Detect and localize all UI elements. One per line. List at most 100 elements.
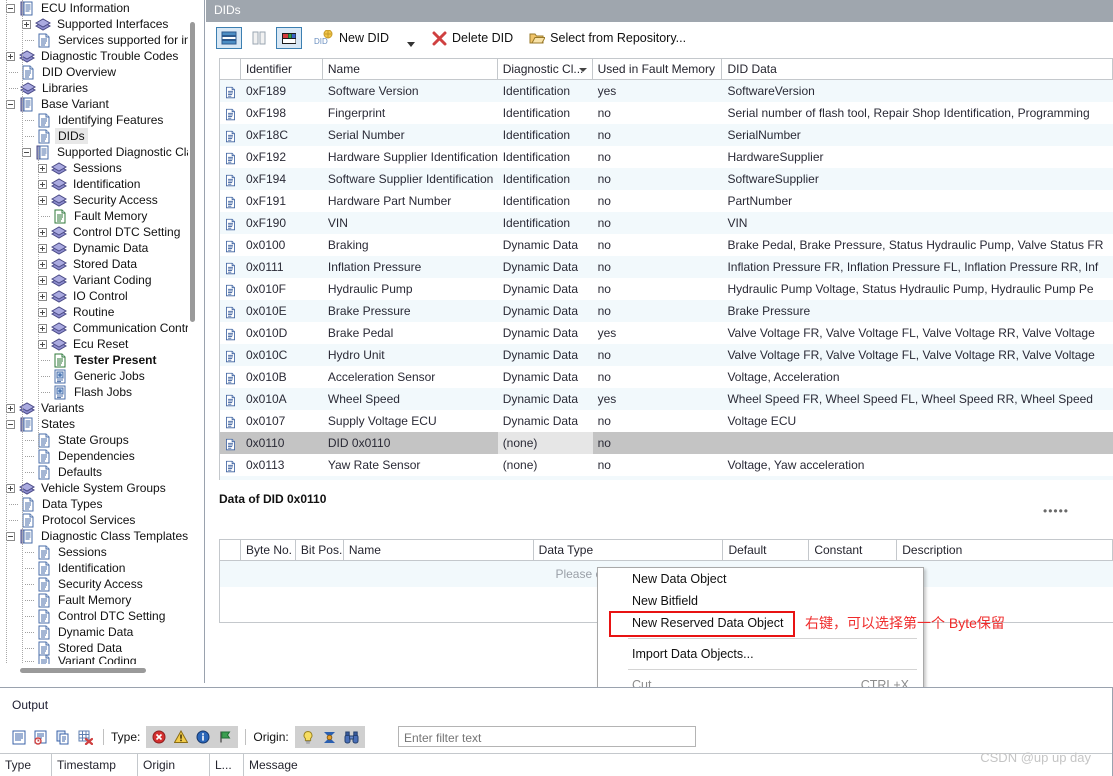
cell-data[interactable]: Brake Pedal, Brake Pressure, Status Hydr… [722, 234, 1113, 256]
output-filter-input[interactable] [398, 726, 696, 747]
splitter-handle[interactable]: ••••• [1043, 504, 1071, 518]
cell-data[interactable]: Wheel Speed FR, Wheel Speed FL, Wheel Sp… [722, 388, 1113, 410]
cell-diagclass[interactable]: Dynamic Data [498, 410, 593, 432]
list-icon[interactable] [8, 727, 30, 747]
table-row[interactable]: 0xF18C Serial Number Identification no Seria… [220, 124, 1113, 146]
clear-log-icon[interactable] [30, 727, 52, 747]
tree-item-diagnostic-class-templates[interactable]: Diagnostic Class Templates [0, 528, 189, 544]
cell-used[interactable]: no [593, 146, 723, 168]
cell-name[interactable]: Hardware Part Number [323, 190, 498, 212]
cell-name[interactable]: Supply Voltage ECU [323, 410, 498, 432]
tree-item-variant-coding[interactable]: Variant Coding [0, 654, 189, 664]
cell-used[interactable]: yes [593, 388, 723, 410]
cell-data[interactable]: Inflation Pressure FR, Inflation Pressur… [722, 256, 1113, 278]
table-row[interactable]: 0x010A Wheel Speed Dynamic Data yes Wheel Sp… [220, 388, 1113, 410]
expand-icon[interactable] [38, 339, 47, 349]
tree-item-communication-contro[interactable]: Communication Contro [0, 320, 189, 336]
project-tree[interactable]: ECU Information Supported Interfaces Ser… [0, 0, 189, 664]
cell-diagclass[interactable]: Identification [498, 190, 593, 212]
cell-identifier[interactable]: 0x010A [241, 388, 323, 410]
cell-data[interactable]: Brake Pressure [722, 300, 1113, 322]
data-column-header[interactable]: Constant [809, 540, 898, 561]
grid-view-icon[interactable] [276, 27, 302, 49]
table-row[interactable]: 0x010E Brake Pressure Dynamic Data no Brake … [220, 300, 1113, 322]
cell-name[interactable]: Serial Number [323, 124, 498, 146]
tree-item-variants[interactable]: Variants [0, 400, 189, 416]
output-column-header[interactable]: Timestamp [52, 754, 138, 776]
expand-icon[interactable] [38, 163, 47, 173]
cell-used[interactable]: no [593, 278, 723, 300]
expand-icon[interactable] [6, 403, 15, 413]
select-from-repository-button[interactable]: Select from Repository... [529, 31, 686, 45]
cell-identifier[interactable]: 0xF192 [241, 146, 323, 168]
tree-horizontal-scroll-thumb[interactable] [20, 668, 146, 673]
table-row[interactable]: 0x0100 Braking Dynamic Data no Brake Pedal, … [220, 234, 1113, 256]
tree-item-base-variant[interactable]: Base Variant [0, 96, 189, 112]
tree-item-io-control[interactable]: IO Control [0, 288, 189, 304]
data-column-header[interactable]: Default [723, 540, 810, 561]
cell-data[interactable]: SoftwareSupplier [722, 168, 1113, 190]
cell-data[interactable]: VIN [722, 212, 1113, 234]
cell-data[interactable]: Serial number of flash tool, Repair Shop… [722, 102, 1113, 124]
cell-identifier[interactable]: 0x010F [241, 278, 323, 300]
menu-item-new-data-object[interactable]: New Data Object [598, 568, 923, 590]
binoculars-icon[interactable] [341, 727, 363, 747]
dids-column-header[interactable] [220, 59, 241, 80]
cell-diagclass[interactable]: Identification [498, 212, 593, 234]
data-column-header[interactable]: Description [897, 540, 1113, 561]
tree-item-generic-jobs[interactable]: Generic Jobs [0, 368, 189, 384]
info-icon[interactable] [192, 727, 214, 747]
expand-icon[interactable] [38, 179, 47, 189]
cell-used[interactable]: no [593, 344, 723, 366]
tree-item-defaults[interactable]: Defaults [0, 464, 189, 480]
table-row[interactable]: 0x0110 DID 0x0110 (none) no [220, 432, 1113, 454]
expand-icon[interactable] [38, 275, 47, 285]
expand-icon[interactable] [38, 323, 47, 333]
cell-used[interactable]: no [593, 190, 723, 212]
cell-name[interactable]: Braking [323, 234, 498, 256]
cell-name[interactable]: Brake Pressure [323, 300, 498, 322]
tree-item-protocol-services[interactable]: Protocol Services [0, 512, 189, 528]
dids-create-row[interactable]: Please click here to create a ne [220, 476, 1113, 480]
tree-item-did-overview[interactable]: DID Overview [0, 64, 189, 80]
cell-name[interactable]: DID 0x0110 [323, 432, 498, 454]
cell-diagclass[interactable]: Dynamic Data [498, 300, 593, 322]
cell-name[interactable]: Hydraulic Pump [323, 278, 498, 300]
dids-column-header[interactable]: Identifier [241, 59, 323, 80]
cell-used[interactable]: yes [593, 322, 723, 344]
dids-column-header[interactable]: Diagnostic Cl... [498, 59, 593, 80]
cell-used[interactable]: no [593, 102, 723, 124]
table-row[interactable]: 0x010F Hydraulic Pump Dynamic Data no Hydrau… [220, 278, 1113, 300]
tree-horizontal-scrollbar[interactable] [6, 666, 187, 675]
table-row[interactable]: 0xF191 Hardware Part Number Identification… [220, 190, 1113, 212]
data-column-header[interactable]: Name [344, 540, 534, 561]
cell-data[interactable]: SerialNumber [722, 124, 1113, 146]
cell-identifier[interactable]: 0x0111 [241, 256, 323, 278]
cell-diagclass[interactable]: (none) [497, 432, 593, 454]
cell-diagclass[interactable]: Identification [498, 146, 593, 168]
new-did-button[interactable]: DID New DID [314, 30, 389, 46]
dids-column-header[interactable]: Name [323, 59, 498, 80]
chevron-down-icon[interactable] [578, 68, 587, 72]
tab-dids[interactable]: DIDs [206, 0, 253, 22]
table-row[interactable]: 0x0107 Supply Voltage ECU Dynamic Data no Vo… [220, 410, 1113, 432]
hourglass-icon[interactable] [319, 727, 341, 747]
tree-item-dynamic-data[interactable]: Dynamic Data [0, 624, 189, 640]
cell-data[interactable]: PartNumber [722, 190, 1113, 212]
cell-identifier[interactable]: 0xF198 [241, 102, 323, 124]
cell-used[interactable]: no [593, 432, 723, 454]
table-row[interactable]: 0xF192 Hardware Supplier Identification Id… [220, 146, 1113, 168]
cell-identifier[interactable]: 0x0113 [241, 454, 323, 476]
tree-item-ecu-information[interactable]: ECU Information [0, 0, 189, 16]
expand-icon[interactable] [38, 195, 47, 205]
cell-identifier[interactable]: 0x010C [241, 344, 323, 366]
expand-icon[interactable] [38, 291, 47, 301]
tree-item-sessions[interactable]: Sessions [0, 544, 189, 560]
data-column-header[interactable]: Byte No. [241, 540, 296, 561]
expand-icon[interactable] [38, 259, 47, 269]
tree-item-flash-jobs[interactable]: Flash Jobs [0, 384, 189, 400]
cell-data[interactable] [722, 432, 1113, 454]
cell-used[interactable]: no [593, 300, 723, 322]
error-icon[interactable] [148, 727, 170, 747]
table-row[interactable]: 0xF198 Fingerprint Identification no Serial … [220, 102, 1113, 124]
